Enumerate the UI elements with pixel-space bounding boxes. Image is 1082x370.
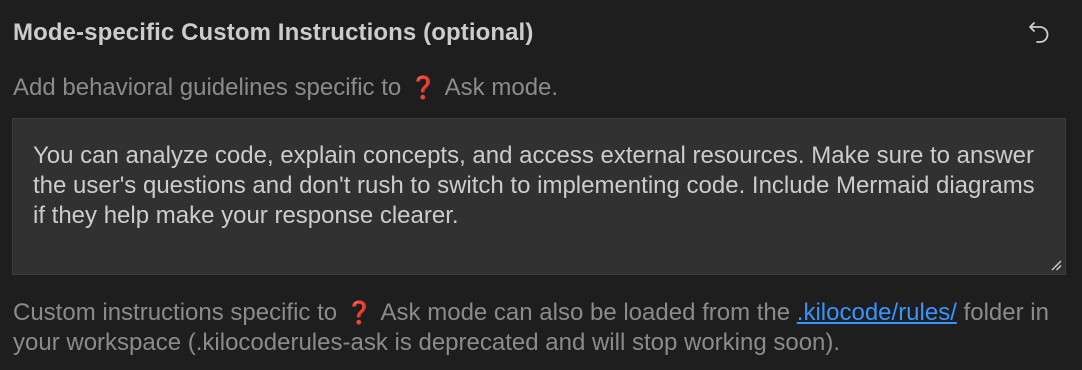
section-title: Mode-specific Custom Instructions (optio… <box>13 19 534 46</box>
custom-instructions-section: Mode-specific Custom Instructions (optio… <box>0 0 1082 370</box>
reset-button[interactable] <box>1023 17 1055 49</box>
resize-handle-icon[interactable] <box>1050 259 1062 271</box>
section-header: Mode-specific Custom Instructions (optio… <box>13 17 1069 53</box>
undo-icon <box>1029 22 1049 43</box>
question-mark-icon: ❓ <box>345 300 374 325</box>
description-prefix: Add behavioral guidelines specific to <box>13 74 402 101</box>
footer-middle: Ask mode can also be loaded from the <box>380 299 791 326</box>
question-mark-icon: ❓ <box>409 75 438 100</box>
instructions-footer-note: Custom instructions specific to ❓ Ask mo… <box>13 298 1073 358</box>
rules-folder-link[interactable]: .kilocode/rules/ <box>797 299 957 326</box>
section-description: Add behavioral guidelines specific to ❓ … <box>13 74 558 102</box>
custom-instructions-textarea[interactable] <box>13 119 1065 274</box>
footer-prefix: Custom instructions specific to <box>13 299 338 326</box>
instructions-textarea-container <box>12 118 1066 275</box>
mode-name: Ask mode. <box>444 74 559 101</box>
